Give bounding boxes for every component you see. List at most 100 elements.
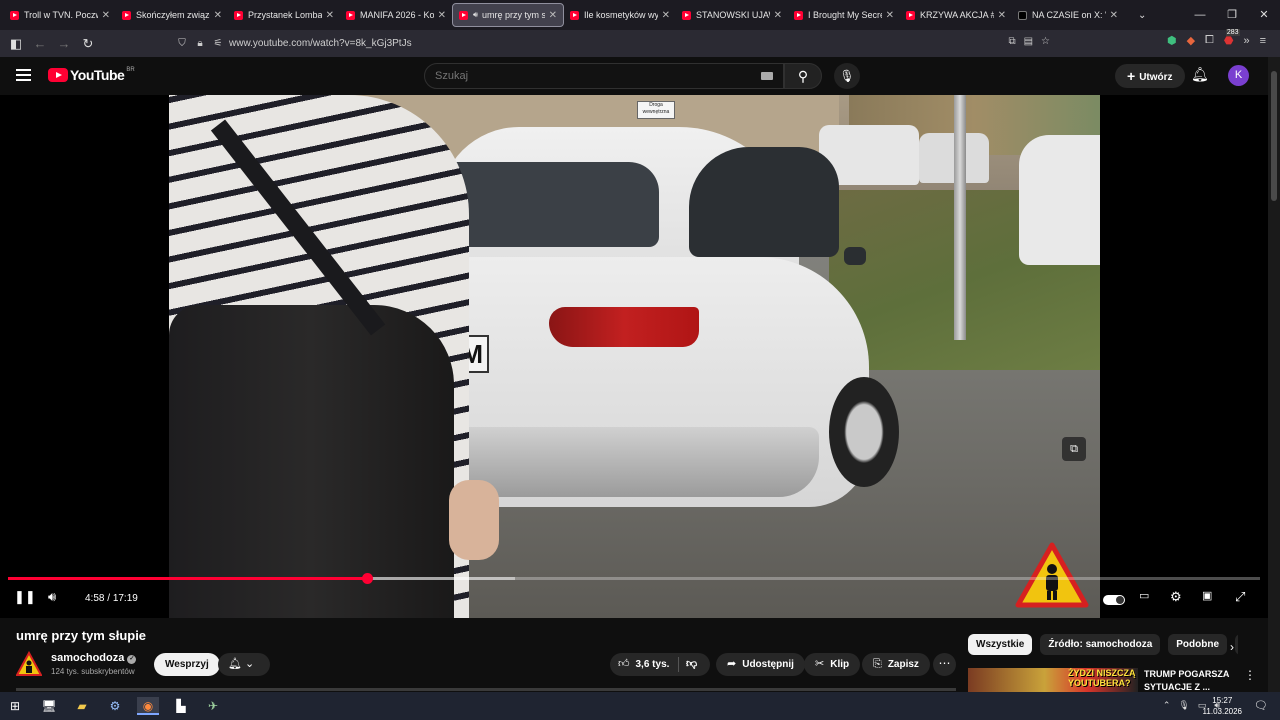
channel-name-text[interactable]: samochodoza xyxy=(51,652,124,664)
microphone-icon[interactable]: 🎙︎ xyxy=(1178,700,1189,711)
app-menu-icon[interactable]: ≡ xyxy=(1260,35,1266,47)
save-button[interactable]: ⎘ Zapisz xyxy=(862,653,930,676)
search-app-icon[interactable]: 🖥︎ xyxy=(38,697,60,715)
theater-mode-icon[interactable]: ▣ xyxy=(1202,589,1212,602)
settings-gear-icon[interactable]: ⚙ xyxy=(1170,589,1182,605)
fullscreen-icon[interactable]: ⤢ xyxy=(1235,589,1245,605)
related-video-title[interactable]: TRUMP POGARSZA SYTUACJE Z ... xyxy=(1144,668,1244,694)
url-bar[interactable]: ⛉ 🔒︎ ⚟ www.youtube.com/watch?v=8k_kGj3Pt… xyxy=(175,32,1055,55)
vpn-extension-icon[interactable]: ⬢ xyxy=(1167,34,1177,47)
browser-tab[interactable]: Ile kosmetyków wyst ✕ xyxy=(564,3,676,27)
close-window-icon[interactable]: ✕ xyxy=(1248,0,1280,30)
tab-title[interactable]: MANIFA 2026 - Kobi xyxy=(360,10,434,20)
channel-name[interactable]: samochodoza ✓ xyxy=(51,652,137,664)
tab-close-icon[interactable]: ✕ xyxy=(102,10,110,21)
browser-tab[interactable]: 🔊︎ umrę przy tym sł ✕ xyxy=(452,3,564,27)
browser-tab[interactable]: Skończyłem związek, ✕ xyxy=(116,3,228,27)
url-text[interactable]: www.youtube.com/watch?v=8k_kGj3PtJs xyxy=(229,38,412,49)
filter-chip[interactable]: Podobne xyxy=(1168,634,1228,655)
tab-title[interactable]: I Brought My Secret xyxy=(808,10,882,20)
pip-toggle-icon[interactable]: ⧉ xyxy=(1008,36,1015,47)
tab-title[interactable]: Przystanek Lombard xyxy=(248,10,322,20)
share-button[interactable]: ➦ Udostępnij xyxy=(716,653,805,676)
tab-title[interactable]: Skończyłem związek, xyxy=(136,10,210,20)
filter-chip[interactable]: Źródło: samochodoza xyxy=(1040,634,1161,655)
tab-close-icon[interactable]: ✕ xyxy=(438,10,446,21)
start-windows-icon[interactable]: ⊞ xyxy=(4,697,26,715)
guide-menu-icon[interactable] xyxy=(16,69,31,81)
adblock-extension-icon[interactable]: ⬣ 283 xyxy=(1224,29,1240,47)
filter-chip[interactable]: D xyxy=(1235,634,1238,655)
tray-expand-icon[interactable]: ⌃ xyxy=(1163,700,1171,711)
browser-tab[interactable]: Przystanek Lombard ✕ xyxy=(228,3,340,27)
browser-tab[interactable]: Troll w TVN. Poczwór ✕ xyxy=(4,3,116,27)
shield-icon[interactable]: ⛉ xyxy=(175,38,189,49)
notifications-icon[interactable]: 🗨︎ xyxy=(1254,699,1268,712)
tab-title[interactable]: STANOWSKI UJAWNI xyxy=(696,10,770,20)
tab-title[interactable]: Ile kosmetyków wyst xyxy=(584,10,658,20)
search-input[interactable] xyxy=(425,64,745,88)
progress-bar[interactable] xyxy=(8,573,1260,584)
list-all-tabs-icon[interactable]: ⌄ xyxy=(1138,10,1146,21)
related-menu-icon[interactable]: ⋮ xyxy=(1244,668,1256,682)
chips-next-icon[interactable]: › xyxy=(1230,640,1234,654)
tab-close-icon[interactable]: ✕ xyxy=(998,10,1006,21)
forward-icon[interactable]: → xyxy=(52,36,76,51)
search-button[interactable]: ⚲ xyxy=(784,63,822,89)
tab-title[interactable]: KRZYWA AKCJA #9 - xyxy=(920,10,994,20)
tab-audio-icon[interactable]: 🔊︎ xyxy=(473,10,478,20)
browser-tab[interactable]: KRZYWA AKCJA #9 - ✕ xyxy=(900,3,1012,27)
volume-icon[interactable]: 🔊︎ xyxy=(48,589,56,605)
reader-view-icon[interactable]: ▤ xyxy=(1024,36,1033,47)
tab-close-icon[interactable]: ✕ xyxy=(662,10,670,21)
system-clock[interactable]: 15:27 11.03.2026 xyxy=(1203,695,1242,717)
fox-extension-icon[interactable]: ◆ xyxy=(1187,34,1195,47)
browser-tab[interactable]: NA CZASIE on X: " ✕ xyxy=(1012,3,1124,27)
channel-avatar[interactable] xyxy=(16,651,42,677)
like-button[interactable]: 👍︎ 3,6 tys. xyxy=(618,658,669,670)
vertical-scrollbar[interactable] xyxy=(1268,57,1280,692)
overflow-chevron-icon[interactable]: » xyxy=(1243,35,1249,47)
tab-close-icon[interactable]: ✕ xyxy=(1110,10,1118,21)
voice-search-icon[interactable]: 🎙︎ xyxy=(834,63,860,89)
file-explorer-icon[interactable]: ▰ xyxy=(71,697,93,715)
tab-close-icon[interactable]: ✕ xyxy=(774,10,782,21)
related-video-thumbnail[interactable]: ŻYDZI NISZCZĄ YOUTUBERA? xyxy=(968,668,1138,694)
autoplay-toggle[interactable] xyxy=(1103,595,1125,605)
browser-tab[interactable]: I Brought My Secret ✕ xyxy=(788,3,900,27)
youtube-logo[interactable]: YouTube BR xyxy=(48,67,135,83)
tab-title[interactable]: Troll w TVN. Poczwór xyxy=(24,10,98,20)
tab-title[interactable]: NA CZASIE on X: " xyxy=(1032,10,1106,20)
account-avatar[interactable]: K xyxy=(1228,65,1249,86)
tab-close-icon[interactable]: ✕ xyxy=(549,10,557,21)
create-button[interactable]: + Utwórz xyxy=(1115,64,1185,88)
horizontal-scrollbar[interactable] xyxy=(16,688,956,691)
minimize-icon[interactable]: — xyxy=(1184,0,1216,30)
notion-icon[interactable]: ▙ xyxy=(170,697,192,715)
video-frame[interactable]: Droga wewnętrzna M xyxy=(169,95,1100,618)
app-icon[interactable]: ✈ xyxy=(202,697,224,715)
keyboard-icon[interactable] xyxy=(761,72,773,80)
filter-chip[interactable]: Wszystkie xyxy=(968,634,1033,655)
extensions-icon[interactable]: ⧠ xyxy=(1205,34,1214,47)
more-actions-icon[interactable]: ⋯ xyxy=(933,653,956,676)
steam-icon[interactable]: ⚙ xyxy=(104,697,126,715)
browser-tab[interactable]: MANIFA 2026 - Kobi ✕ xyxy=(340,3,452,27)
tab-title[interactable]: umrę przy tym sł xyxy=(482,10,545,20)
back-icon[interactable]: ← xyxy=(28,36,52,51)
permissions-icon[interactable]: ⚟ xyxy=(211,38,225,49)
tab-close-icon[interactable]: ✕ xyxy=(214,10,222,21)
restore-icon[interactable]: ❐ xyxy=(1216,0,1248,30)
sidebar-toggle-icon[interactable]: ◧ xyxy=(4,36,28,52)
support-button[interactable]: Wesprzyj xyxy=(154,653,220,676)
miniplayer-icon[interactable]: ⧉ xyxy=(1062,437,1086,461)
reload-icon[interactable]: ↻ xyxy=(76,36,100,52)
tab-close-icon[interactable]: ✕ xyxy=(886,10,894,21)
clip-button[interactable]: ✂ Klip xyxy=(804,653,861,676)
tab-close-icon[interactable]: ✕ xyxy=(326,10,334,21)
pause-icon[interactable]: ❚❚ xyxy=(14,589,36,605)
video-player[interactable]: Droga wewnętrzna M ⧉ ❚❚ 🔊︎ 4:58 / 17:19 … xyxy=(0,95,1268,618)
lock-icon[interactable]: 🔒︎ xyxy=(193,38,207,49)
firefox-icon[interactable]: ◉ xyxy=(137,697,159,715)
subtitles-icon[interactable]: ▭ xyxy=(1139,589,1149,602)
